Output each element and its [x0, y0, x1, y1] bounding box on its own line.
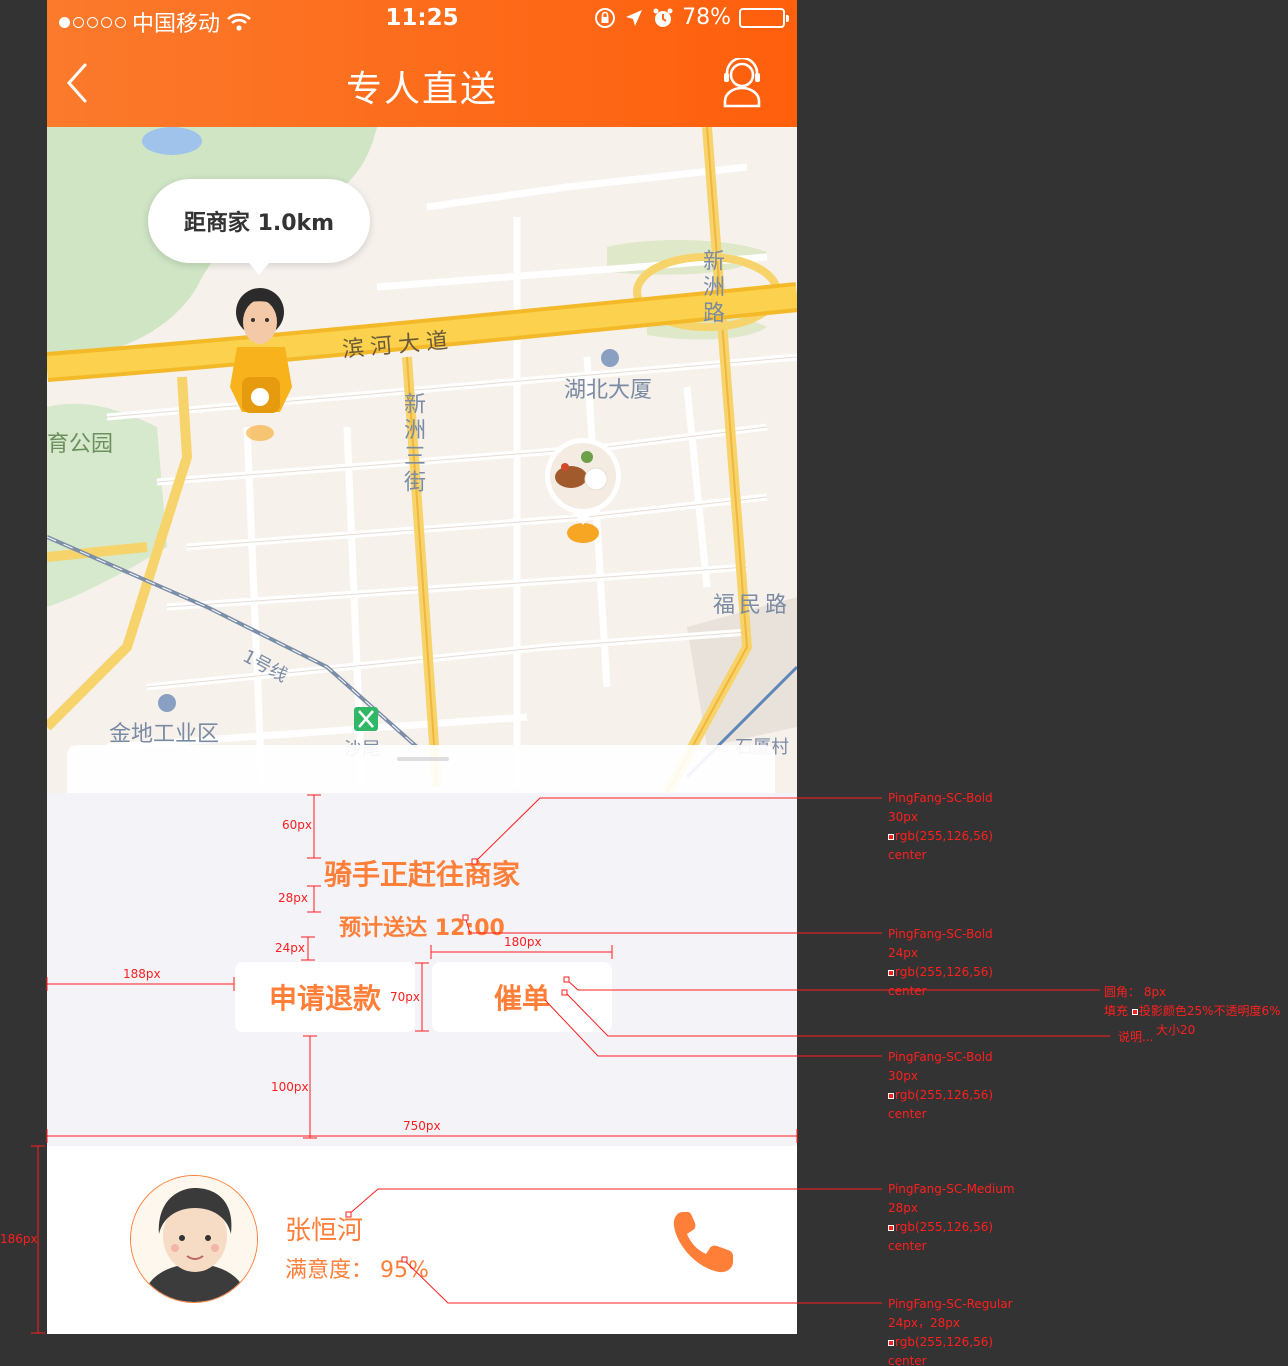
map-label-xinzhou3-street: 新洲三街 [400, 392, 425, 496]
design-artboard: 中国移动 11:25 78% 专人直送 距商家 1.0km 滨河大道 新洲路 新… [0, 0, 1288, 1366]
rider-card: 张恒河 满意度： 95% [47, 1146, 797, 1334]
status-bar: 中国移动 11:25 78% [47, 0, 797, 40]
spec-status-title: PingFang-SC-Bold 30px rgb(255,126,56) ce… [888, 791, 994, 862]
order-status-panel: 骑手正赶往商家 预计送达 12:00 申请退款 催单 [47, 793, 797, 1138]
phone-screen: 中国移动 11:25 78% 专人直送 距商家 1.0km 滨河大道 新洲路 新… [47, 0, 797, 1334]
rider-satisfaction: 满意度： 95% [285, 1258, 429, 1283]
spec-rider-name: PingFang-SC-Medium 28px rgb(255,126,56) … [888, 1182, 1015, 1253]
location-arrow-icon [626, 9, 643, 26]
rider-name: 张恒河 [285, 1216, 364, 1246]
phone-icon[interactable] [669, 1208, 737, 1276]
dim-label-60: 60px [282, 818, 312, 832]
order-status-title: 骑手正赶往商家 [323, 858, 520, 891]
rotation-lock-icon [595, 7, 616, 28]
rider-avatar [130, 1175, 258, 1303]
alarm-icon [653, 8, 673, 27]
map-label-jindi: 金地工业区 [109, 722, 220, 747]
merchant-marker [545, 438, 621, 543]
dim-label-180: 180px [504, 935, 542, 949]
spec-eta: PingFang-SC-Bold 24px rgb(255,126,56) ce… [888, 927, 994, 998]
rider-marker [230, 288, 292, 441]
battery-icon [739, 7, 789, 28]
distance-bubble: 距商家 1.0km [148, 179, 370, 275]
dim-label-750: 750px [403, 1119, 441, 1133]
status-right: 78% [594, 5, 789, 30]
urge-order-button[interactable]: 催单 [432, 962, 612, 1032]
spec-button-text: PingFang-SC-Bold 30px rgb(255,126,56) ce… [888, 1050, 994, 1121]
map-label-fumin-road: 福民路 [713, 593, 792, 618]
map-label-xinzhou-road: 新洲路 [699, 249, 724, 327]
spec-note: 说明... [1118, 1030, 1154, 1044]
dim-label-188: 188px [123, 967, 161, 981]
nav-bar: 专人直送 [47, 40, 797, 127]
dim-label-28: 28px [278, 891, 308, 905]
map-label-park: 育公园 [47, 432, 114, 457]
estimated-delivery-time: 预计送达 12:00 [339, 916, 505, 941]
dim-label-70: 70px [390, 990, 420, 1004]
refund-button[interactable]: 申请退款 [235, 962, 415, 1032]
page-title: 专人直送 [345, 69, 498, 110]
map-label-hubei-building: 湖北大厦 [564, 378, 653, 403]
dim-label-186: 186px [0, 1232, 38, 1246]
dim-label-100: 100px [271, 1080, 309, 1094]
battery-percent: 78% [682, 5, 731, 30]
customer-service-icon[interactable] [721, 58, 763, 108]
spec-rider-rating: PingFang-SC-Regular 24px，28px rgb(255,12… [888, 1297, 1013, 1366]
map-drawer-handle[interactable] [67, 745, 775, 793]
dim-label-24: 24px [275, 941, 305, 955]
delivery-map[interactable]: 距商家 1.0km 滨河大道 新洲路 新洲三街 福民路 湖北大厦 育公园 1号线… [47, 127, 797, 793]
